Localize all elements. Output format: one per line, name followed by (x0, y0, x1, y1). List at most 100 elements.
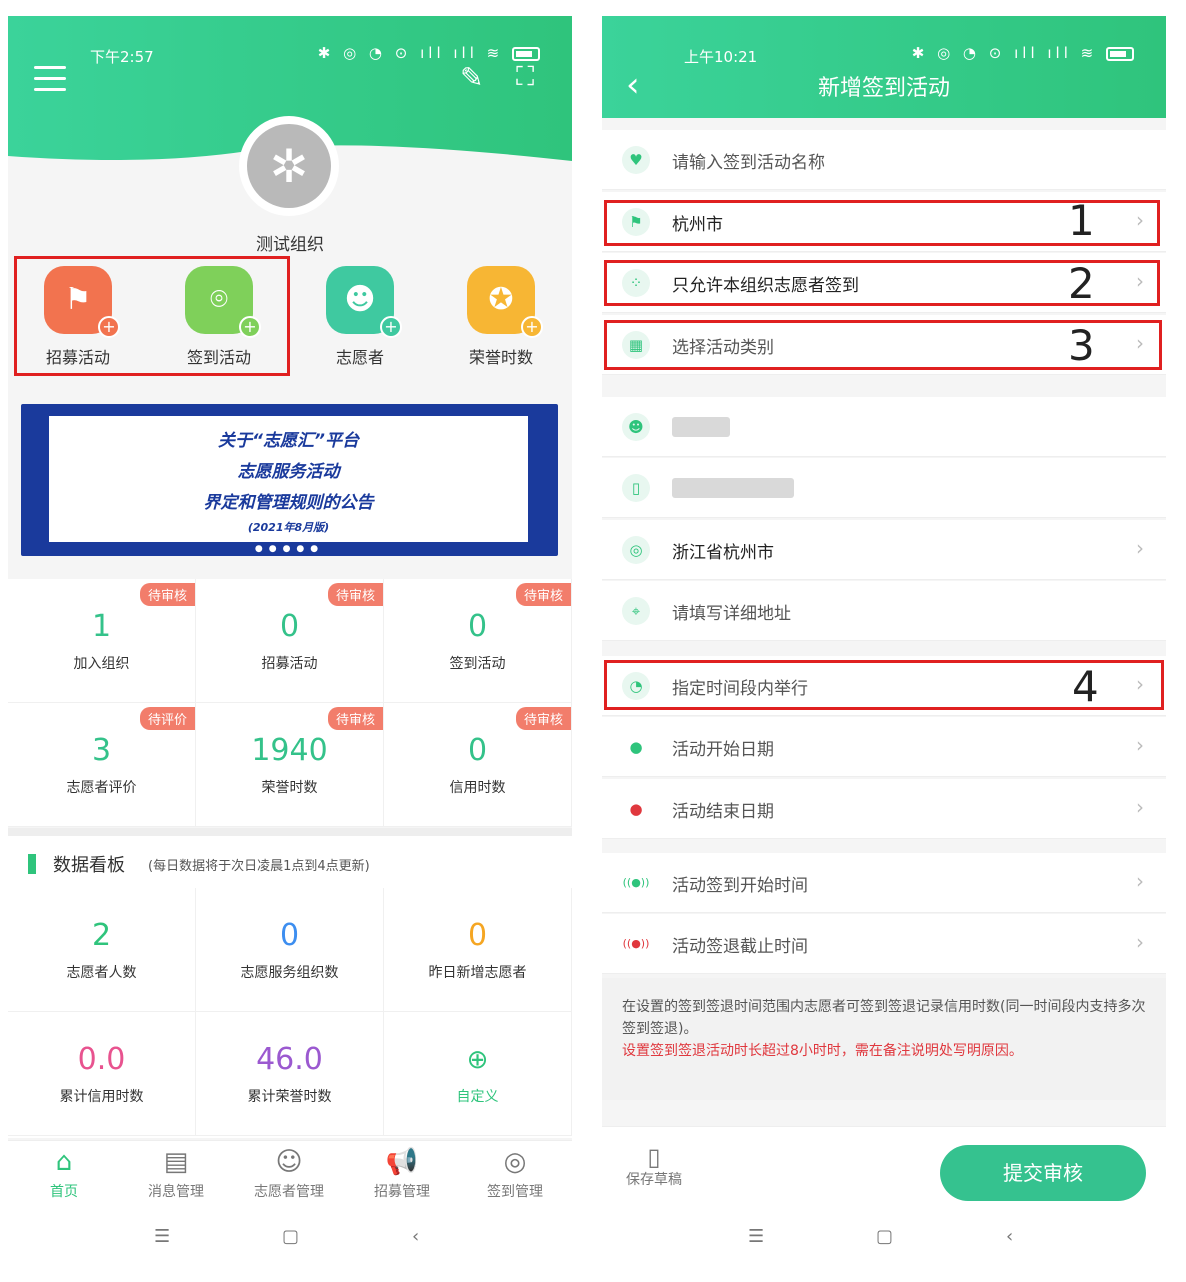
signout-end-time-select[interactable]: ((●)) 活动签退截止时间 › (602, 914, 1166, 974)
dashboard-title: 数据看板 (53, 855, 125, 876)
right-screen: 上午10:21 ✱ ◎ ◔ ⊙ ıll ıll ≋ ‹ 新增签到活动 ♥ 请输入签… (602, 16, 1166, 1272)
status-time: 上午10:21 (684, 48, 758, 66)
system-navbar: ☰ ▢ ‹ (602, 1210, 1166, 1272)
stat-value: 0 (467, 609, 488, 644)
tab-label: 签到管理 (487, 1184, 543, 1200)
draft-icon: ▯ (647, 1143, 661, 1171)
bottom-action-bar: ▯ 保存草稿 提交审核 (602, 1126, 1166, 1210)
tab-label: 首页 (50, 1184, 78, 1200)
stat-label: 签到活动 (449, 656, 506, 672)
quick-label: 荣誉时数 (468, 348, 533, 367)
end-date-select[interactable]: ● 活动结束日期 › (602, 779, 1166, 839)
row-text: 请输入签到活动名称 (672, 153, 825, 173)
start-date-select[interactable]: ● 活动开始日期 › (602, 717, 1166, 777)
stat-cell[interactable]: 待审核 0 招募活动 (196, 579, 384, 703)
tab-label: 消息管理 (148, 1184, 204, 1200)
stat-cell[interactable]: 待审核 0 信用时数 (384, 703, 572, 827)
submit-review-button[interactable]: 提交审核 (940, 1145, 1146, 1201)
stat-label: 招募活动 (261, 656, 318, 672)
stat-label: 志愿者评价 (66, 780, 137, 796)
message-icon: ▤ (163, 1147, 189, 1177)
end-dot-icon: ● (622, 795, 650, 823)
highlight-box-2 (604, 260, 1160, 306)
home-nav-icon[interactable]: ▢ (876, 1226, 893, 1247)
edit-icon[interactable]: ✎ (460, 64, 483, 92)
stats-grid: 待审核 1 加入组织 待审核 0 招募活动 待审核 0 签到活动 待评价 3 志愿者评价 待审核… (8, 579, 572, 827)
stat-label: 信用时数 (449, 780, 506, 796)
stat-cell[interactable]: 待审核 0 签到活动 (384, 579, 572, 703)
tab-recruit[interactable]: 📢 招募管理 (346, 1147, 458, 1201)
row-text: 活动签退截止时间 (672, 937, 808, 957)
contact-phone-field[interactable]: ▯ (602, 458, 1166, 518)
signin-start-time-select[interactable]: ((●)) 活动签到开始时间 › (602, 853, 1166, 913)
org-name: 测试组织 (256, 235, 324, 255)
start-dot-icon: ● (622, 733, 650, 761)
address-input[interactable]: ⌖ 请填写详细地址 (602, 581, 1166, 641)
customize-button[interactable]: ⊕ 自定义 (384, 1012, 572, 1136)
dash-label: 志愿者人数 (66, 965, 137, 981)
stat-value: 0 (279, 609, 300, 644)
bottom-tabbar: ⌂ 首页 ▤ 消息管理 ☺ 志愿者管理 📢 招募管理 ◎ 签到管理 (8, 1140, 572, 1210)
stat-cell[interactable]: 待评价 3 志愿者评价 (8, 703, 196, 827)
highlight-box-4 (604, 660, 1164, 710)
contact-name-field[interactable]: ☻ (602, 397, 1166, 457)
tab-label: 招募管理 (374, 1184, 430, 1200)
region-select[interactable]: ◎ 浙江省杭州市 › (602, 520, 1166, 580)
tab-checkin[interactable]: ◎ 签到管理 (459, 1147, 571, 1201)
row-text: 请填写详细地址 (672, 604, 791, 624)
recents-icon[interactable]: ☰ (748, 1226, 764, 1247)
save-draft-button[interactable]: ▯ 保存草稿 (626, 1145, 682, 1189)
row-text: 活动开始日期 (672, 740, 774, 760)
carousel-dots: ●●●●● (254, 544, 325, 554)
stat-value: 3 (91, 733, 112, 768)
chevron-right-icon: › (1136, 795, 1144, 819)
back-nav-icon[interactable]: ‹ (1006, 1226, 1013, 1247)
recents-icon[interactable]: ☰ (154, 1226, 170, 1247)
dash-value: 0.0 (77, 1042, 126, 1077)
header: 上午10:21 ✱ ◎ ◔ ⊙ ıll ıll ≋ ‹ 新增签到活动 (602, 16, 1166, 118)
back-nav-icon[interactable]: ‹ (412, 1226, 419, 1247)
draft-label: 保存草稿 (626, 1172, 682, 1188)
stat-badge: 待审核 (327, 707, 383, 730)
volunteer-icon: ☺ (275, 1147, 303, 1177)
org-avatar[interactable]: ✲ (239, 116, 339, 216)
chevron-right-icon: › (1136, 733, 1144, 757)
system-navbar: ☰ ▢ ‹ (8, 1210, 572, 1272)
dashboard-grid: 2 志愿者人数 0 志愿服务组织数 0 昨日新增志愿者 0.0 累计信用时数 46.0 累… (8, 888, 572, 1138)
dash-value: 0 (279, 918, 300, 953)
stat-cell[interactable]: 待审核 1940 荣誉时数 (196, 703, 384, 827)
quick-honor[interactable]: ✪ + 荣誉时数 (441, 266, 561, 368)
announcement-banner[interactable]: 关于“志愿汇”平台 志愿服务活动 界定和管理规则的公告 (2021年8月版) ●… (21, 404, 558, 556)
person-icon: ☻ + (326, 266, 402, 338)
row-text: 活动结束日期 (672, 802, 774, 822)
stat-cell[interactable]: 待审核 1 加入组织 (8, 579, 196, 703)
stat-badge: 待评价 (139, 707, 195, 730)
tab-home[interactable]: ⌂ 首页 (8, 1147, 120, 1201)
scan-icon[interactable]: ⛶ (516, 64, 534, 90)
quick-volunteer[interactable]: ☻ + 志愿者 (300, 266, 420, 368)
stat-label: 加入组织 (73, 656, 130, 672)
menu-icon[interactable] (34, 66, 66, 92)
stat-badge: 待审核 (327, 583, 383, 606)
medal-icon: ✪ + (467, 266, 543, 338)
user-icon: ☻ (622, 413, 650, 441)
stat-value: 1 (91, 609, 112, 644)
add-circle-icon: ⊕ (466, 1045, 489, 1075)
home-nav-icon[interactable]: ▢ (282, 1226, 299, 1247)
battery-icon (512, 46, 540, 61)
note-warning: 设置签到签退活动时长超过8小时时，需在备注说明处写明原因。 (622, 1043, 1023, 1059)
signal-green-icon: ((●)) (622, 869, 650, 897)
info-note: 在设置的签到签退时间范围内志愿者可签到签退记录信用时数(同一时间段内支持多次签到… (602, 978, 1166, 1100)
dash-value: 46.0 (256, 1042, 323, 1077)
stat-badge: 待审核 (515, 707, 571, 730)
activity-name-input[interactable]: ♥ 请输入签到活动名称 (602, 130, 1166, 190)
tab-volunteers[interactable]: ☺ 志愿者管理 (233, 1147, 345, 1201)
tab-messages[interactable]: ▤ 消息管理 (120, 1147, 232, 1201)
status-icons: ✱ ◎ ◔ ⊙ ıll ıll ≋ (318, 44, 540, 62)
blurred-value (672, 478, 794, 498)
row-text: 浙江省杭州市 (672, 543, 774, 563)
dash-cell: 2 志愿者人数 (8, 888, 196, 1012)
banner-line: 界定和管理规则的公告 (203, 493, 374, 513)
dash-cell: 46.0 累计荣誉时数 (196, 1012, 384, 1136)
page-title: 新增签到活动 (817, 76, 950, 101)
